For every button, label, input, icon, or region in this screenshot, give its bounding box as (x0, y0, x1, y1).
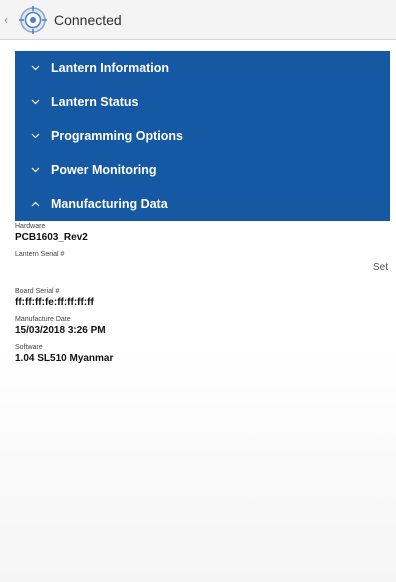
manufacturing-data-panel: Hardware PCB1603_Rev2 Lantern Serial # S… (15, 222, 390, 365)
software-value: 1.04 SL510 Myanmar (15, 353, 114, 364)
software-label: Software (15, 344, 43, 351)
accordion-label: Manufacturing Data (51, 197, 168, 211)
chevron-down-icon (29, 164, 41, 176)
settings-accordion: Lantern Information Lantern Status Progr… (15, 51, 390, 221)
accordion-label: Lantern Information (51, 61, 170, 75)
accordion-label: Power Monitoring (51, 163, 157, 177)
chevron-up-icon (29, 198, 41, 210)
screen: ‹ Connected Lantern Information Lantern … (0, 0, 396, 582)
chevron-down-icon (29, 62, 41, 74)
target-compass-icon[interactable] (18, 5, 48, 35)
manufacture-date-value: 15/03/2018 3:26 PM (15, 325, 106, 336)
accordion-item-programming-options[interactable]: Programming Options (15, 119, 390, 153)
accordion-item-lantern-status[interactable]: Lantern Status (15, 85, 390, 119)
hardware-label: Hardware (15, 223, 46, 230)
chevron-left-icon[interactable]: ‹ (4, 13, 16, 26)
accordion-item-manufacturing-data[interactable]: Manufacturing Data (15, 187, 390, 221)
set-button[interactable]: Set (373, 262, 388, 273)
accordion-item-power-monitoring[interactable]: Power Monitoring (15, 153, 390, 187)
lantern-serial-row: Set (15, 259, 390, 285)
manufacture-date-label: Manufacture Date (15, 316, 71, 323)
accordion-label: Lantern Status (51, 95, 139, 109)
chevron-down-icon (29, 130, 41, 142)
accordion-label: Programming Options (51, 129, 183, 143)
chevron-down-icon (29, 96, 41, 108)
top-bar: ‹ Connected (0, 0, 396, 40)
accordion-item-lantern-information[interactable]: Lantern Information (15, 51, 390, 85)
hardware-value: PCB1603_Rev2 (15, 232, 88, 243)
board-serial-value: ff:ff:ff:fe:ff:ff:ff:ff (15, 297, 94, 308)
board-serial-label: Board Serial # (15, 288, 60, 295)
page-title: Connected (54, 11, 122, 28)
lantern-serial-label: Lantern Serial # (15, 251, 65, 258)
